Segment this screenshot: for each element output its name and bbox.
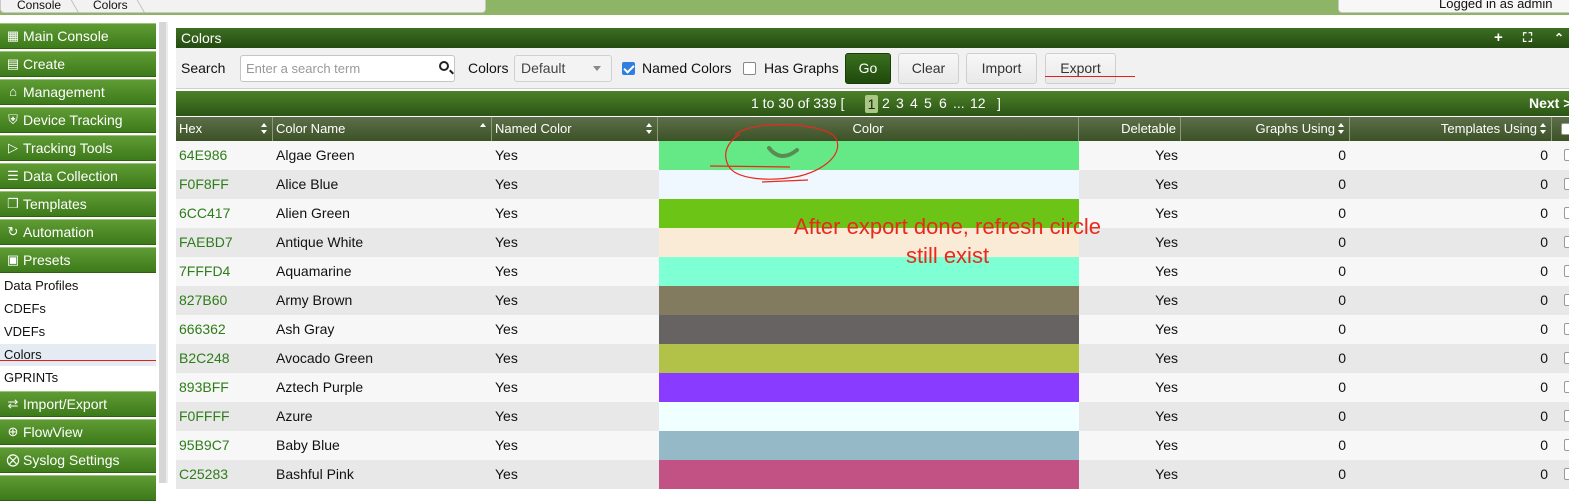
annotation-stroke bbox=[709, 165, 791, 168]
annotation-circle bbox=[725, 123, 839, 180]
loading-spinner-icon bbox=[767, 146, 799, 158]
annotation-stroke bbox=[761, 179, 809, 183]
annotation-line: After export done, refresh circle bbox=[794, 214, 1101, 239]
annotation-text: After export done, refresh circle still … bbox=[770, 212, 1125, 270]
annotation-line: still exist bbox=[905, 243, 990, 268]
